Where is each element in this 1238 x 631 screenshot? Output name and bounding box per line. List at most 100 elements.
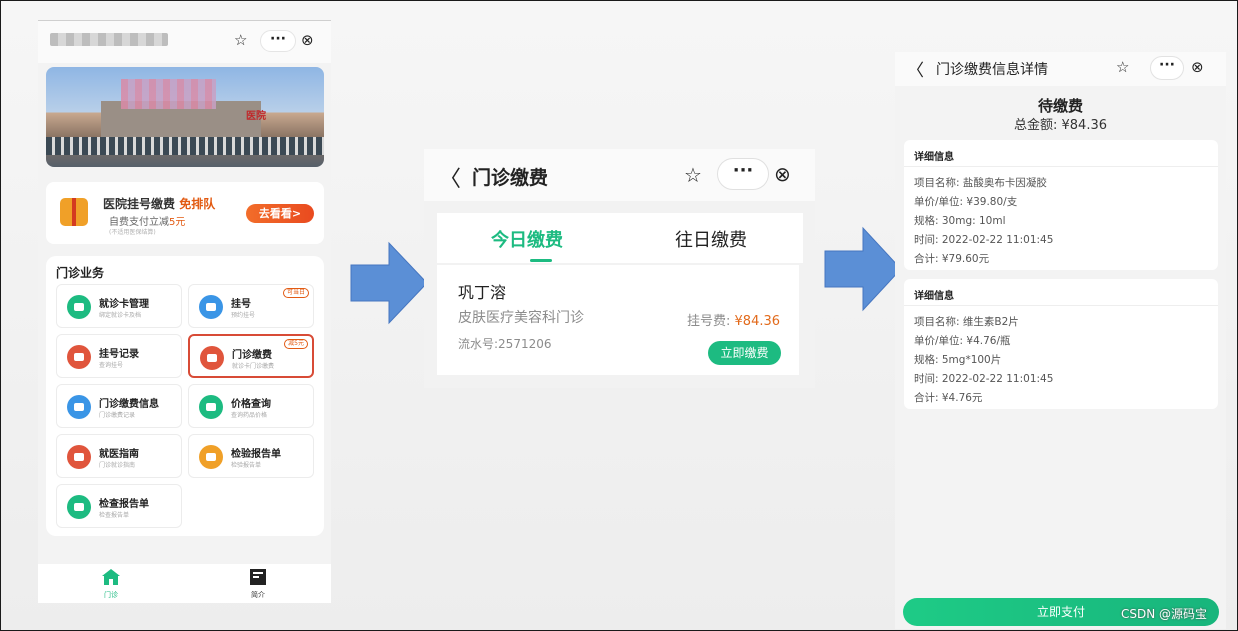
price-icon (199, 395, 223, 419)
canvas: ☆ ··· ⊗ 医院 医院挂号缴费 免排队 自费支付立减5元 (不适用医保结算)… (0, 0, 1238, 631)
divider (904, 166, 1218, 167)
promo-title-text: 医院挂号缴费 (103, 197, 176, 211)
time: 时间: 2022-02-22 11:01:45 (914, 234, 1054, 246)
nav-bar: 〈 门诊缴费信息详情 ☆ ··· ⊗ (895, 52, 1226, 86)
unit-price: 单价/单位: ¥4.76/瓶 (914, 335, 1011, 347)
guide-icon (67, 445, 91, 469)
divider (904, 305, 1218, 306)
promo-subtitle: 自费支付立减5元 (109, 213, 185, 228)
flow-arrow-right-icon (350, 241, 428, 325)
exam-icon (67, 495, 91, 519)
hospital-banner[interactable]: 医院 (46, 67, 324, 167)
blurred-app-title (50, 33, 168, 46)
serial-number: 流水号:2571206 (458, 337, 552, 351)
promo-highlight: 免排队 (179, 197, 216, 211)
service-registration-records[interactable]: 挂号记录 查询挂号 (56, 334, 182, 378)
payment-tabs: 今日缴费 往日缴费 (437, 213, 803, 263)
spec: 规格: 5mg*100片 (914, 354, 1002, 366)
service-tag: 可当日 (282, 288, 309, 298)
item-name: 项目名称: 维生素B2片 (914, 316, 1019, 328)
payment-status: 待缴费 (1037, 97, 1083, 115)
service-payment-info[interactable]: 门诊缴费信息 门诊缴费记录 (56, 384, 182, 428)
services-section: 门诊业务 就诊卡管理 绑定就诊卡及档 挂号 预约挂号 可当日 挂号记录 查询挂号… (46, 256, 324, 536)
more-button[interactable]: ··· (260, 30, 296, 52)
clock-icon (199, 295, 223, 319)
fee-label: 挂号费: (687, 314, 731, 329)
service-desc: 检验报告单 (231, 462, 262, 469)
intro-icon (250, 569, 266, 585)
mini-app-header: ☆ ··· ⊗ (38, 21, 331, 63)
payment-detail-screen: 〈 门诊缴费信息详情 ☆ ··· ⊗ 待缴费 总金额: ¥84.36 详细信息 … (895, 52, 1226, 629)
service-name: 检验报告单 (231, 449, 281, 460)
promo-title: 医院挂号缴费 免排队 (103, 195, 215, 212)
service-exam-report[interactable]: 检查报告单 检查报告单 (56, 484, 182, 528)
promo-sub-amount: 5元 (169, 217, 186, 228)
department: 皮肤医疗美容科门诊 (458, 310, 584, 326)
blurred-region (121, 79, 216, 109)
service-desc: 查询药品价格 (231, 412, 268, 419)
service-name: 检查报告单 (99, 499, 149, 510)
home-screen: ☆ ··· ⊗ 医院 医院挂号缴费 免排队 自费支付立减5元 (不适用医保结算)… (38, 20, 331, 603)
service-name: 就诊卡管理 (99, 299, 149, 310)
bottom-tabbar: 门诊 简介 (38, 564, 331, 603)
detail-card: 详细信息 项目名称: 维生素B2片 单价/单位: ¥4.76/瓶 规格: 5mg… (904, 279, 1218, 409)
service-tag: 减5元 (284, 339, 308, 349)
promo-fine-print: (不适用医保结算) (109, 229, 156, 236)
item-name: 项目名称: 盐酸奥布卡因凝胶 (914, 177, 1047, 189)
service-card-management[interactable]: 就诊卡管理 绑定就诊卡及档 (56, 284, 182, 328)
home-icon (102, 569, 120, 585)
subtotal: 合计: ¥79.60元 (914, 253, 990, 265)
service-name: 门诊缴费信息 (99, 399, 159, 410)
service-name: 挂号记录 (99, 349, 139, 360)
service-price-query[interactable]: 价格查询 查询药品价格 (188, 384, 314, 428)
service-medical-guide[interactable]: 就医指南 门诊就诊指南 (56, 434, 182, 478)
service-registration[interactable]: 挂号 预约挂号 可当日 (188, 284, 314, 328)
service-desc: 就诊卡门诊缴费 (232, 363, 275, 370)
service-desc: 预约挂号 (231, 312, 256, 319)
pay-now-button[interactable]: 立即缴费 (708, 341, 781, 365)
services-title: 门诊业务 (56, 266, 105, 280)
back-icon[interactable]: 〈 (439, 161, 461, 193)
total-amount: 总金额: ¥84.36 (1014, 118, 1107, 133)
service-name: 就医指南 (99, 449, 139, 460)
detail-card-header: 详细信息 (914, 291, 954, 302)
building-sign: 医院 (246, 111, 266, 122)
payment-record-card[interactable]: 巩丁溶 皮肤医疗美容科门诊 流水号:2571206 挂号费: ¥84.36 立即… (437, 265, 799, 375)
page-title: 门诊缴费信息详情 (936, 62, 1048, 78)
list-icon (67, 395, 91, 419)
service-outpatient-payment[interactable]: 门诊缴费 就诊卡门诊缴费 减5元 (188, 334, 314, 378)
report-icon (199, 445, 223, 469)
promo-card[interactable]: 医院挂号缴费 免排队 自费支付立减5元 (不适用医保结算) 去看看> (46, 182, 324, 244)
tab-label: 简介 (251, 591, 265, 599)
nav-bar: 〈 门诊缴费 ☆ ··· ⊗ (424, 149, 815, 201)
tab-outpatient[interactable]: 门诊 (81, 568, 141, 600)
close-icon[interactable]: ⊗ (1191, 58, 1204, 76)
outpatient-payment-screen: 〈 门诊缴费 ☆ ··· ⊗ 今日缴费 往日缴费 巩丁溶 皮肤医疗美容科门诊 流… (424, 149, 815, 388)
promo-go-button[interactable]: 去看看> (246, 204, 314, 223)
tab-intro[interactable]: 简介 (228, 568, 288, 600)
unit-price: 单价/单位: ¥39.80/支 (914, 196, 1018, 208)
more-button[interactable]: ··· (717, 158, 769, 190)
service-name: 挂号 (231, 299, 251, 310)
service-lab-report[interactable]: 检验报告单 检验报告单 (188, 434, 314, 478)
star-icon[interactable]: ☆ (1116, 58, 1129, 76)
flow-arrow-right-icon (824, 226, 902, 312)
close-icon[interactable]: ⊗ (301, 31, 314, 49)
gift-icon (60, 198, 88, 226)
page-title: 门诊缴费 (472, 167, 549, 189)
tab-history[interactable]: 往日缴费 (675, 226, 747, 252)
close-icon[interactable]: ⊗ (774, 162, 791, 186)
star-icon[interactable]: ☆ (234, 31, 247, 49)
subtotal: 合计: ¥4.76元 (914, 392, 983, 404)
building-windows (46, 137, 324, 155)
card-icon (67, 295, 91, 319)
more-button[interactable]: ··· (1150, 56, 1184, 80)
service-name: 价格查询 (231, 399, 271, 410)
star-icon[interactable]: ☆ (684, 163, 702, 187)
wallet-icon (200, 346, 224, 370)
time: 时间: 2022-02-22 11:01:45 (914, 373, 1054, 385)
back-icon[interactable]: 〈 (907, 56, 924, 81)
service-desc: 检查报告单 (99, 512, 130, 519)
tab-today[interactable]: 今日缴费 (491, 226, 563, 252)
service-name: 门诊缴费 (232, 350, 272, 361)
